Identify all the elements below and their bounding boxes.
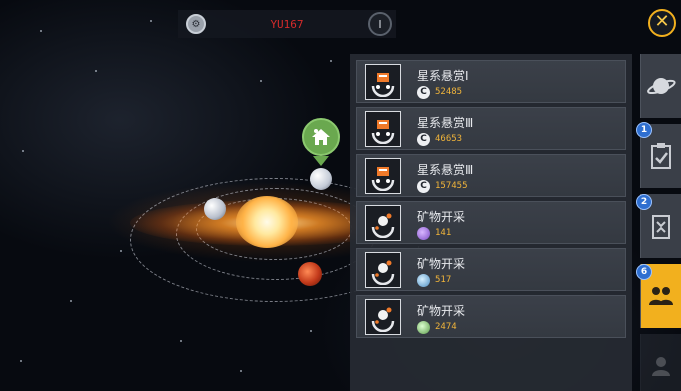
bounty-icon	[365, 64, 401, 100]
close-button[interactable]: ✕	[648, 9, 676, 37]
credit-icon: C	[417, 132, 430, 146]
star	[330, 60, 332, 62]
credit-icon: C	[417, 85, 430, 99]
resource-bar: ⚙ YU167 I	[178, 10, 396, 38]
star	[150, 20, 152, 22]
star	[70, 300, 72, 302]
bounty-icon	[365, 158, 401, 194]
home-marker[interactable]	[302, 118, 340, 156]
star	[120, 250, 122, 252]
coin-icon: ⚙	[186, 14, 206, 34]
planet-tab[interactable]	[640, 54, 681, 118]
star	[240, 370, 242, 372]
mission-item[interactable]: 星系悬赏Ⅲ C 157455	[356, 154, 626, 197]
fleet-badge: 6	[636, 264, 652, 280]
info-button[interactable]: I	[368, 12, 392, 36]
planet-icon	[647, 78, 676, 95]
green-ore-icon	[417, 320, 430, 334]
star	[22, 150, 24, 152]
star	[20, 360, 22, 362]
mission-title: 矿物开采	[417, 257, 466, 271]
mission-reward: 517	[417, 273, 451, 287]
home-icon	[312, 129, 330, 145]
planet-white[interactable]	[204, 198, 226, 220]
resource-value: YU167	[270, 17, 304, 31]
bounty-icon	[365, 111, 401, 147]
mission-title: 星系悬赏Ⅲ	[417, 163, 474, 177]
mission-item[interactable]: 星系悬赏Ⅲ C 46653	[356, 107, 626, 150]
building-badge: 2	[636, 194, 652, 210]
mission-title: 矿物开采	[417, 210, 466, 224]
side-tab-bar: 1 2 6	[636, 54, 681, 391]
mission-reward: C 46653	[417, 132, 462, 146]
mission-title: 星系悬赏Ⅲ	[417, 116, 474, 130]
reward-value: 2474	[435, 322, 457, 332]
home-marker-pointer	[313, 156, 329, 166]
mission-reward: 2474	[417, 320, 457, 334]
reward-value: 141	[435, 228, 452, 238]
mining-icon	[365, 252, 401, 288]
mission-reward: C 157455	[417, 179, 468, 193]
credit-icon: C	[417, 179, 430, 193]
tasks-badge: 1	[636, 122, 652, 138]
building-icon	[652, 215, 670, 239]
mission-item[interactable]: 矿物开采 141	[356, 201, 626, 244]
sun[interactable]	[236, 196, 298, 248]
mission-item[interactable]: 矿物开采 2474	[356, 295, 626, 338]
mission-item[interactable]: 矿物开采 517	[356, 248, 626, 291]
mining-icon	[365, 205, 401, 241]
mission-title: 矿物开采	[417, 304, 466, 318]
reward-value: 52485	[435, 87, 463, 97]
star	[260, 80, 262, 82]
mission-reward: C 52485	[417, 85, 462, 99]
mission-title: 星系悬赏Ⅰ	[417, 69, 469, 83]
mission-reward: 141	[417, 226, 451, 240]
blue-ore-icon	[417, 273, 430, 287]
star	[180, 340, 182, 342]
star	[40, 30, 42, 32]
purple-ore-icon	[417, 226, 430, 240]
reward-value: 517	[435, 275, 452, 285]
mining-icon	[365, 299, 401, 335]
reward-value: 46653	[435, 134, 463, 144]
checklist-icon	[651, 143, 671, 169]
more-tab[interactable]	[640, 334, 681, 391]
home-planet[interactable]	[310, 168, 332, 190]
star	[310, 330, 312, 332]
user-icon	[652, 357, 670, 376]
mission-list: 星系悬赏Ⅰ C 52485 星系悬赏Ⅲ C 46653 星系悬赏Ⅲ C 1574…	[350, 54, 632, 391]
mission-item[interactable]: 星系悬赏Ⅰ C 52485	[356, 60, 626, 103]
reward-value: 157455	[435, 181, 468, 191]
group-icon	[649, 287, 673, 305]
star	[95, 70, 97, 72]
planet-red[interactable]	[298, 262, 322, 286]
